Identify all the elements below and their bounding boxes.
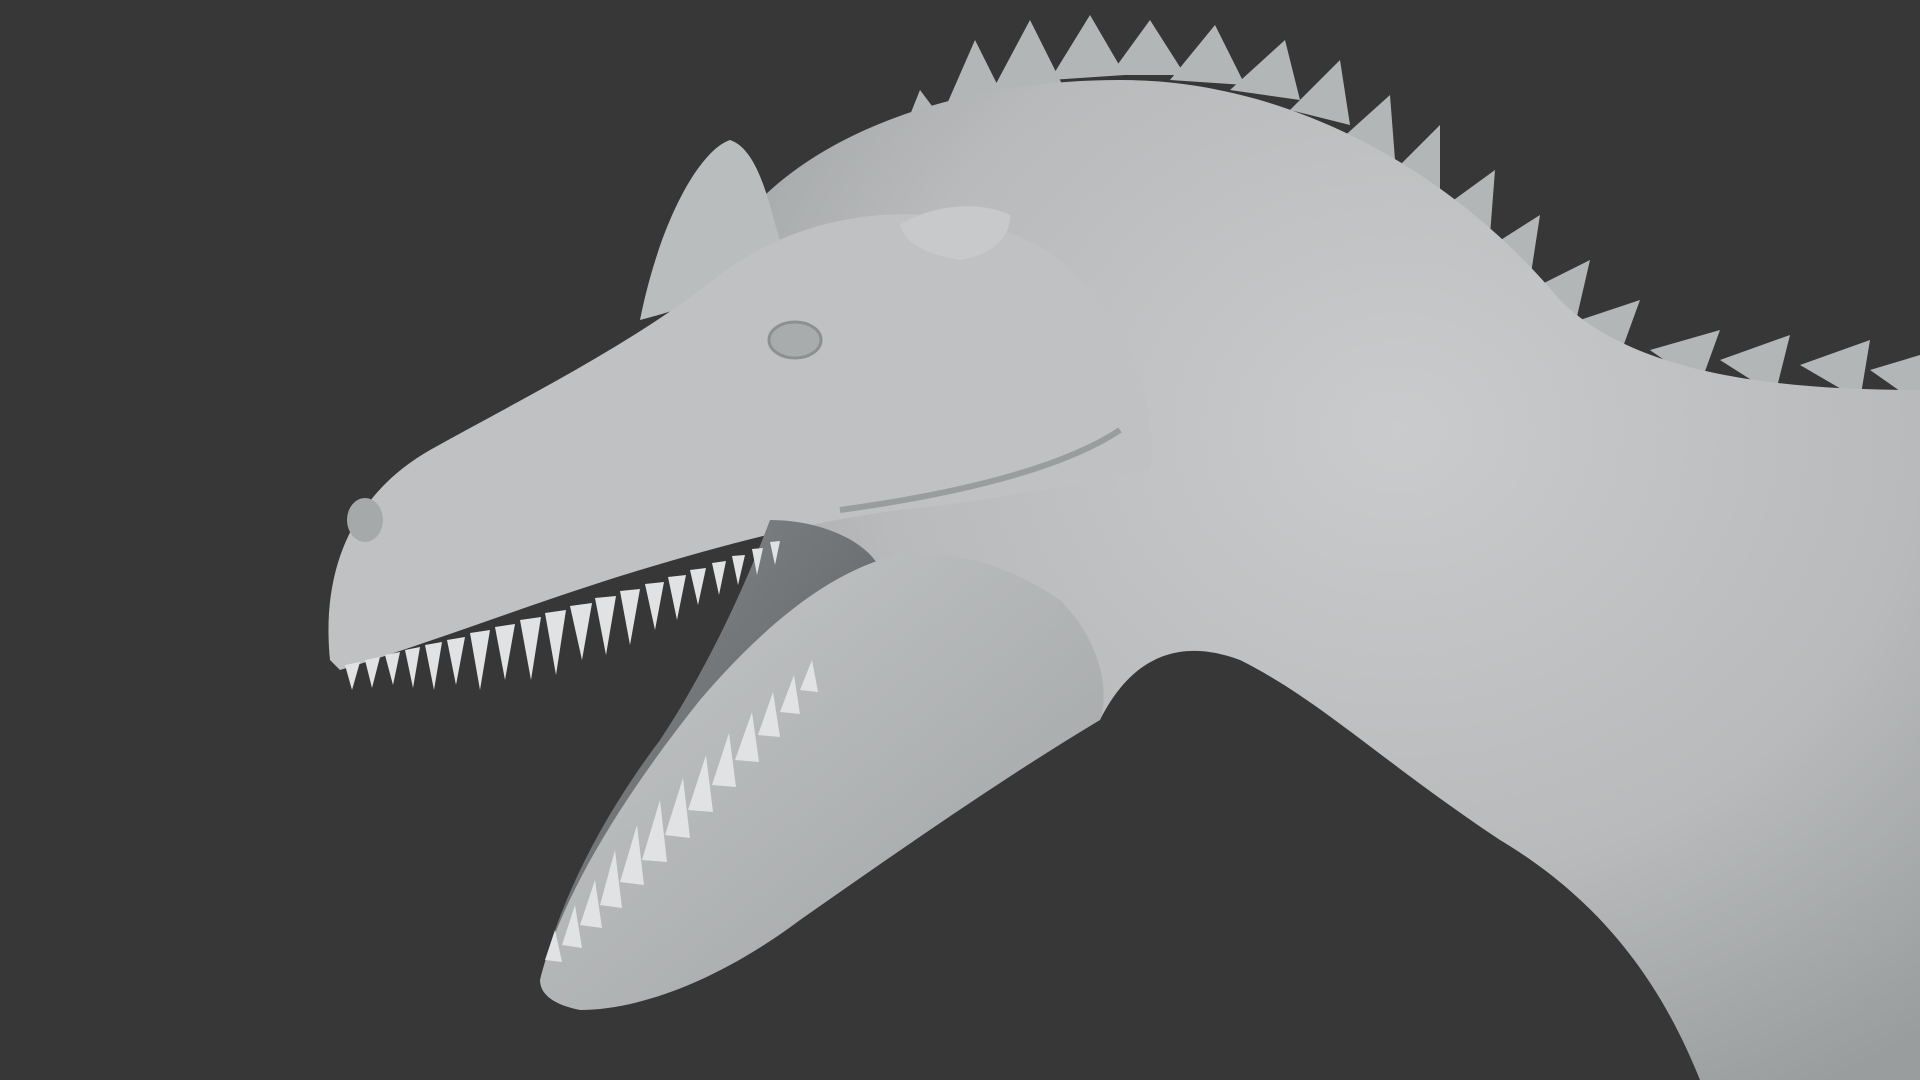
nostril <box>347 498 383 542</box>
eye <box>767 320 823 360</box>
dinosaur-model-render <box>0 0 1920 1080</box>
viewport[interactable] <box>0 0 1920 1080</box>
